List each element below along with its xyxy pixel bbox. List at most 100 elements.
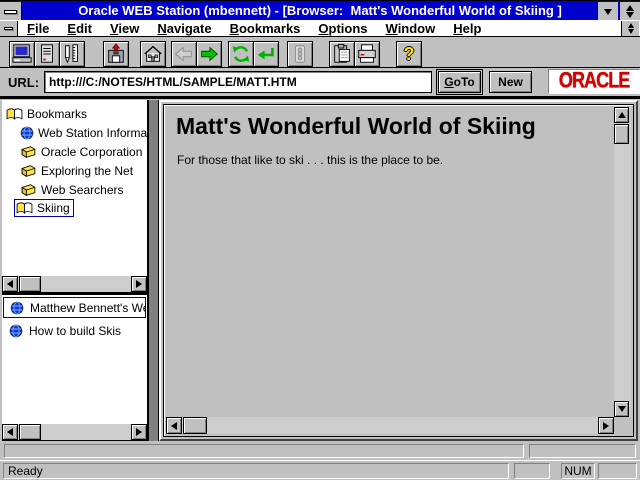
oracle-logo-text: ORACLE bbox=[559, 69, 630, 94]
document-restore-up-icon bbox=[628, 23, 634, 28]
restore-down-icon bbox=[626, 12, 634, 18]
toolbar: ? bbox=[0, 37, 640, 68]
scroll-thumb[interactable] bbox=[19, 276, 41, 292]
bookmark-label: Exploring the Net bbox=[41, 164, 133, 178]
menu-navigate[interactable]: Navigate bbox=[148, 21, 220, 36]
scroll-thumb[interactable] bbox=[183, 417, 207, 434]
stop-button[interactable] bbox=[287, 41, 313, 67]
open-file-button[interactable] bbox=[103, 41, 129, 67]
right-arrow-icon bbox=[136, 428, 142, 436]
globe-icon bbox=[20, 126, 34, 140]
scrollbar-corner bbox=[614, 417, 631, 434]
oracle-logo: ORACLE bbox=[548, 69, 640, 94]
scroll-up-button[interactable] bbox=[614, 107, 629, 123]
bookmark-label: Bookmarks bbox=[27, 107, 87, 121]
scroll-thumb[interactable] bbox=[614, 124, 629, 144]
page-label: Matthew Bennett's Web Pa bbox=[30, 301, 146, 315]
document-restore-button[interactable] bbox=[621, 21, 639, 36]
document-restore-down-icon bbox=[628, 29, 634, 34]
scroll-right-button[interactable] bbox=[131, 276, 147, 292]
computer-button[interactable] bbox=[9, 41, 35, 67]
restore-up-icon bbox=[626, 5, 634, 11]
left-arrow-icon bbox=[7, 280, 13, 288]
bookmark-item-selected[interactable]: Skiing bbox=[14, 198, 74, 217]
restore-button[interactable] bbox=[619, 2, 640, 21]
bookmarks-panel: Bookmarks Web Station Information Oracle… bbox=[2, 100, 148, 292]
bookmark-item[interactable]: Oracle Corporation bbox=[20, 142, 142, 161]
new-button[interactable]: New bbox=[489, 71, 532, 93]
browser-view: Matt's Wonderful World of Skiing For tho… bbox=[159, 100, 638, 441]
page-item[interactable]: How to build Skis bbox=[9, 321, 121, 340]
pages-panel: Matthew Bennett's Web Pa How to build Sk… bbox=[2, 295, 148, 441]
status-bar: Ready NUM bbox=[0, 460, 640, 480]
scroll-right-button[interactable] bbox=[131, 424, 147, 440]
url-input[interactable] bbox=[44, 71, 432, 93]
bookmark-label: Skiing bbox=[37, 201, 70, 215]
clipboard-button[interactable] bbox=[329, 41, 355, 67]
scroll-right-button[interactable] bbox=[598, 417, 614, 434]
left-arrow-icon bbox=[7, 428, 13, 436]
system-menu-button[interactable] bbox=[0, 2, 22, 21]
help-button[interactable]: ? bbox=[396, 41, 422, 67]
scroll-left-button[interactable] bbox=[166, 417, 182, 434]
url-label: URL: bbox=[8, 75, 39, 90]
info-panel-right bbox=[529, 444, 636, 458]
help-question-icon: ? bbox=[404, 45, 415, 63]
back-arrow-icon bbox=[173, 43, 195, 65]
traffic-light-icon bbox=[289, 43, 311, 65]
menu-edit[interactable]: Edit bbox=[58, 21, 101, 36]
minimize-icon bbox=[604, 9, 612, 15]
bookmark-root[interactable]: Bookmarks bbox=[6, 104, 87, 123]
page-label: How to build Skis bbox=[29, 324, 121, 338]
menu-help[interactable]: Help bbox=[444, 21, 490, 36]
open-book-icon bbox=[6, 107, 23, 121]
return-arrow-icon bbox=[255, 43, 277, 65]
document-paragraph: For those that like to ski . . . this is… bbox=[177, 153, 443, 167]
menu-bookmarks[interactable]: Bookmarks bbox=[221, 21, 310, 36]
bookmarks-horizontal-scrollbar[interactable] bbox=[2, 276, 147, 292]
minimize-button[interactable] bbox=[597, 2, 618, 21]
page-item-selected[interactable]: Matthew Bennett's Web Pa bbox=[3, 297, 146, 318]
info-bar bbox=[0, 442, 640, 460]
reload-button[interactable] bbox=[228, 41, 254, 67]
floppy-disk-icon bbox=[105, 43, 127, 65]
goto-button[interactable]: GoTo bbox=[438, 71, 481, 93]
document-vertical-scrollbar[interactable] bbox=[614, 107, 631, 417]
ruler-button[interactable] bbox=[59, 41, 85, 67]
document-horizontal-scrollbar[interactable] bbox=[166, 417, 614, 434]
status-cell-1 bbox=[514, 463, 550, 479]
return-button[interactable] bbox=[253, 41, 279, 67]
bookmark-item[interactable]: Web Searchers bbox=[20, 180, 123, 199]
server-button[interactable] bbox=[34, 41, 60, 67]
panel-splitter[interactable] bbox=[148, 100, 159, 441]
open-book-icon bbox=[16, 201, 33, 215]
back-button[interactable] bbox=[171, 41, 197, 67]
menu-options[interactable]: Options bbox=[309, 21, 376, 36]
forward-button[interactable] bbox=[196, 41, 222, 67]
pages-horizontal-scrollbar[interactable] bbox=[2, 424, 147, 440]
status-message: Ready bbox=[3, 463, 509, 479]
divider bbox=[0, 96, 640, 99]
home-button[interactable] bbox=[140, 41, 166, 67]
scroll-left-button[interactable] bbox=[2, 424, 18, 440]
scroll-down-button[interactable] bbox=[614, 401, 629, 417]
bookmark-item[interactable]: Exploring the Net bbox=[20, 161, 133, 180]
menu-window[interactable]: Window bbox=[377, 21, 445, 36]
menu-view[interactable]: View bbox=[101, 21, 148, 36]
print-button[interactable] bbox=[354, 41, 380, 67]
down-arrow-icon bbox=[618, 406, 626, 412]
menu-bar: File Edit View Navigate Bookmarks Option… bbox=[0, 20, 640, 37]
document-heading: Matt's Wonderful World of Skiing bbox=[176, 113, 536, 140]
scroll-left-button[interactable] bbox=[2, 276, 18, 292]
up-arrow-icon bbox=[618, 112, 626, 118]
num-lock-indicator: NUM bbox=[561, 463, 595, 479]
info-panel bbox=[4, 444, 524, 458]
bookmark-label: Web Station Information bbox=[38, 126, 148, 140]
scroll-thumb[interactable] bbox=[19, 424, 41, 440]
closed-book-icon bbox=[20, 145, 37, 159]
closed-book-icon bbox=[20, 164, 37, 178]
left-arrow-icon bbox=[171, 422, 177, 430]
bookmark-item[interactable]: Web Station Information bbox=[20, 123, 148, 142]
menu-file[interactable]: File bbox=[18, 21, 58, 36]
document-control-menu-button[interactable] bbox=[0, 21, 18, 36]
